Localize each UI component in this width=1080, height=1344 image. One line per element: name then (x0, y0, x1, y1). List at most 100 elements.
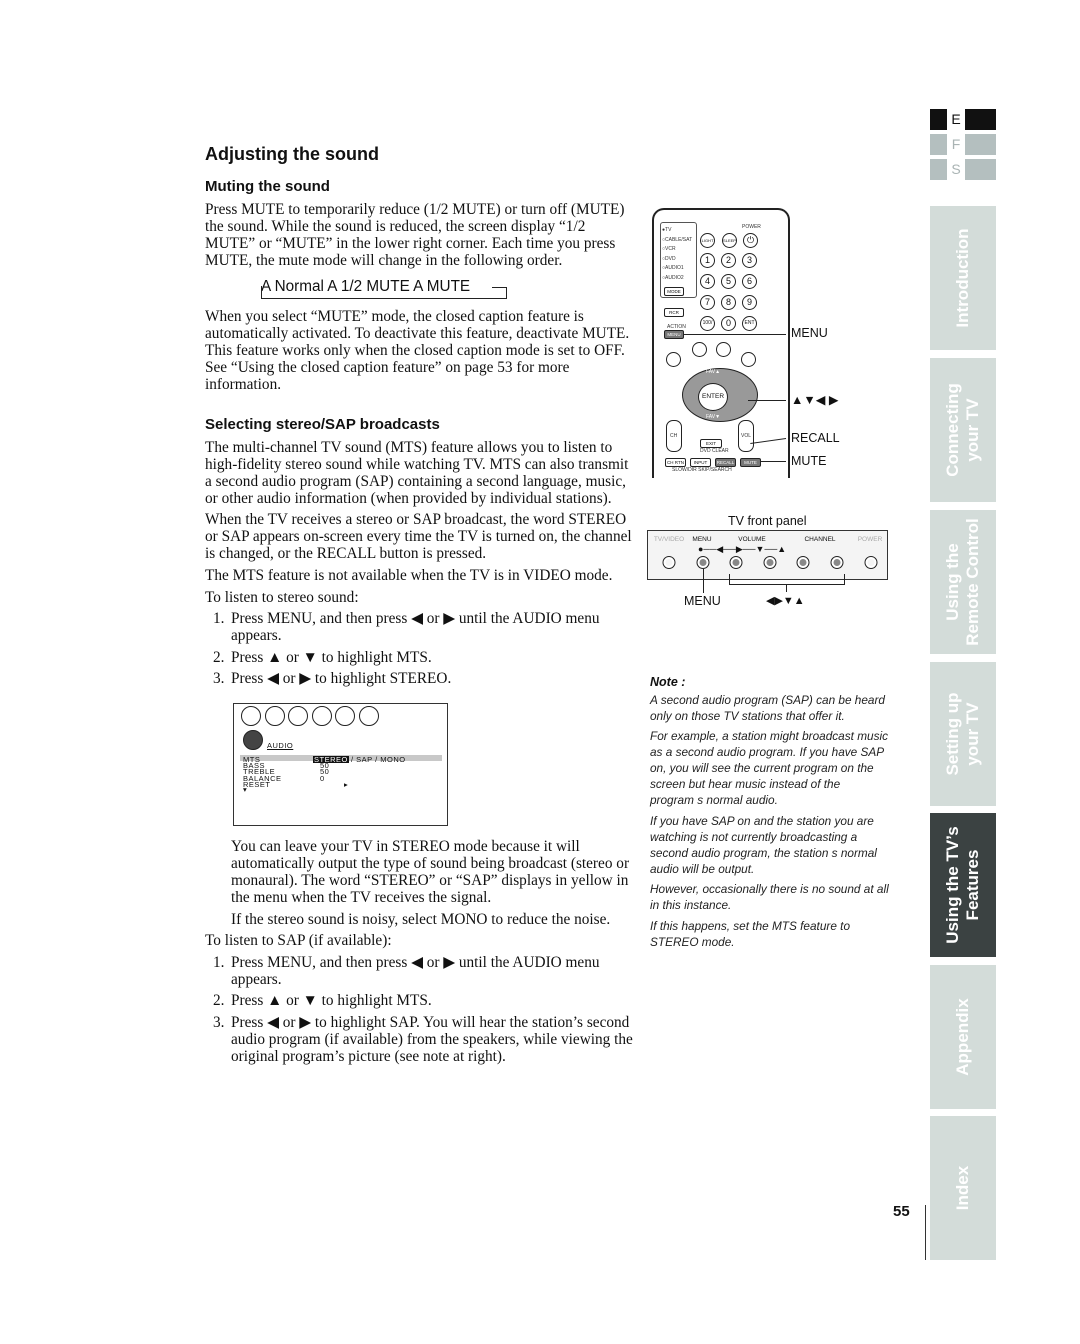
text-line: is changed, or the RECALL button is pres… (205, 545, 487, 562)
rcr-button[interactable]: RCR (664, 308, 684, 317)
panel-power-button[interactable] (864, 556, 878, 569)
note-paragraph: If this happens, set the MTS feature to S… (650, 918, 850, 950)
mode-4[interactable]: ○AUDIO1 (662, 265, 684, 271)
panel-label-menu: MENU (692, 536, 712, 543)
tab-using-the-tv-s[interactable]: Using the TV’s Features (930, 813, 996, 957)
mode-5[interactable]: ○AUDIO2 (662, 275, 684, 281)
paragraph-stereo-mode: You can leave your TV in STEREO mode bec… (231, 838, 629, 906)
step-number: 1. (213, 954, 225, 971)
osd-mts-selected[interactable]: STEREO (313, 756, 349, 763)
text-line: You can leave your TV in STEREO mode bec… (231, 838, 580, 855)
sleep-button[interactable]: SLEEP (722, 233, 737, 248)
enter-button[interactable]: ENTER (698, 383, 728, 411)
mute-sequence: A Normal A 1/2 MUTE A MUTE (261, 278, 470, 296)
mode-0[interactable]: ●TV (662, 227, 671, 233)
tab-index[interactable]: Index (930, 1116, 996, 1260)
text-line: audio program (if available) from the sp… (231, 1031, 633, 1048)
power-button[interactable]: ⏻ (743, 233, 758, 248)
theater-button[interactable] (741, 352, 756, 367)
progress-button[interactable] (716, 342, 731, 357)
ch-rtn-button[interactable]: CH RTN (665, 458, 686, 467)
mode-3[interactable]: ○DVD (662, 256, 676, 262)
tab-appendix[interactable]: Appendix (930, 965, 996, 1109)
volume-rocker[interactable]: VOL (738, 420, 754, 452)
fav-down-button[interactable]: FAV▼ (706, 414, 720, 420)
digit-button-2[interactable]: 2 (721, 253, 736, 268)
channel-up-button[interactable] (830, 556, 844, 569)
text-line: Press ▲ or ▼ to highlight MTS. (231, 992, 432, 1009)
channel-rocker[interactable]: CH (666, 420, 682, 452)
text-line: Press ◀ or ▶ to highlight STEREO. (231, 670, 452, 687)
digit-button-100/[interactable]: 100/ (700, 316, 715, 331)
osd-mts-options: / SAP / MONO (351, 755, 406, 764)
digit-button-9[interactable]: 9 (742, 295, 757, 310)
digit-button-ENT[interactable]: ENT (742, 316, 757, 331)
digit-button-8[interactable]: 8 (721, 295, 736, 310)
fav-up-button[interactable]: FAV▲ (706, 369, 720, 375)
mode-button[interactable]: MODE (664, 287, 684, 296)
language-tab-F[interactable]: F (949, 136, 963, 152)
volume-down-button[interactable] (729, 556, 743, 569)
step-text: Press ▲ or ▼ to highlight MTS. (231, 649, 432, 666)
tab-connecting[interactable]: Connecting your TV (930, 358, 996, 502)
recall-button[interactable]: RECALL (715, 458, 736, 467)
language-block-left (930, 109, 947, 130)
mute-button[interactable]: MUTE (740, 458, 761, 467)
digit-button-7[interactable]: 7 (700, 295, 715, 310)
text-line: If you have SAP on and the station you a… (650, 814, 874, 828)
tab-label-line: Connecting (943, 383, 962, 477)
digit-button-3[interactable]: 3 (742, 253, 757, 268)
language-tab-E[interactable]: E (949, 111, 963, 127)
text-line: When you select “MUTE” mode, the closed … (205, 308, 584, 325)
paragraph-video-mode: The MTS feature is not available when th… (205, 567, 613, 584)
text-line: screen but hear music instead of the (650, 777, 841, 791)
sequence-bracket-top (492, 287, 506, 288)
cinema-icon (311, 706, 332, 726)
panel-label-tvvideo: TV/VIDEO (653, 536, 685, 543)
tab-label: Using the TV’s Features (943, 826, 983, 943)
channel-down-button[interactable] (796, 556, 810, 569)
tab-label-line: Features (963, 849, 982, 921)
mode-1[interactable]: ○CABLE/SAT (662, 237, 692, 243)
tv-video-button[interactable] (662, 556, 676, 569)
light-button[interactable]: LIGHT (700, 233, 715, 248)
paragraph-noisy: If the stereo sound is noisy, select MON… (231, 911, 611, 928)
panel-menu-button[interactable] (696, 556, 710, 569)
mode-2[interactable]: ○VCR (662, 246, 676, 252)
digit-button-4[interactable]: 4 (700, 274, 715, 289)
tab-label: Setting up your TV (943, 692, 983, 775)
info-button[interactable] (692, 342, 707, 357)
tab-setting-up[interactable]: Setting up your TV (930, 662, 996, 806)
exit-button[interactable]: EXIT (700, 439, 722, 448)
guide-button[interactable] (666, 352, 681, 367)
step-number: 3. (213, 670, 225, 687)
digit-button-6[interactable]: 6 (742, 274, 757, 289)
dvd-clear-label: DVD CLEAR (700, 448, 729, 454)
text-line: When the TV receives a stereo or SAP bro… (205, 511, 627, 528)
tab-label-line: Using the (943, 543, 962, 621)
tab-label-line: Appendix (953, 998, 972, 1076)
digit-button-5[interactable]: 5 (721, 274, 736, 289)
text-line: or SAP appears on-screen every time the … (205, 528, 632, 545)
setup-icon (288, 706, 308, 726)
tab-using-the[interactable]: Using the Remote Control (930, 510, 996, 654)
panel-arrow-row: ●──◀──▶──▼──▲ (698, 544, 787, 554)
digit-button-0[interactable]: 0 (721, 316, 736, 331)
text-line: For example, a station might broadcast m… (650, 729, 889, 743)
language-tab-S[interactable]: S (949, 161, 963, 177)
input-button[interactable]: INPUT (690, 458, 711, 467)
paragraph-mts: The multi-channel TV sound (MTS) feature… (205, 439, 628, 507)
text-line: Press MENU, and then press ◀ or ▶ until … (231, 954, 600, 971)
osd-more-arrow: ▾ (243, 785, 248, 794)
tab-introduction[interactable]: Introduction (930, 206, 996, 350)
digit-button-1[interactable]: 1 (700, 253, 715, 268)
tab-label-line: Index (953, 1165, 972, 1211)
mute-sequence-text: A Normal A 1/2 MUTE A MUTE (261, 278, 471, 295)
tab-label-line: Using the TV’s (943, 826, 962, 944)
volume-up-button[interactable] (763, 556, 777, 569)
step-text: Press MENU, and then press ◀ or ▶ until … (231, 610, 600, 644)
menu-button[interactable]: MENU (664, 330, 684, 339)
callout-recall: RECALL (791, 431, 840, 445)
text-line: watching is not currently broadcasting a (650, 830, 858, 844)
step-text: Press MENU, and then press ◀ or ▶ until … (231, 954, 600, 988)
